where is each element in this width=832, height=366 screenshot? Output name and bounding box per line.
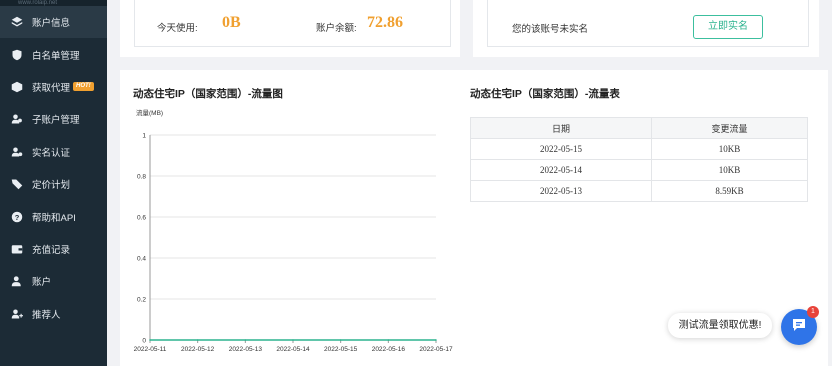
column-header-traffic: 变更流量 bbox=[651, 117, 808, 139]
svg-text:?: ? bbox=[14, 213, 19, 222]
sidebar-item-help-api[interactable]: ? 帮助和API bbox=[0, 200, 107, 232]
balance-label: 账户余额: bbox=[316, 23, 357, 34]
chart-x-tick-label: 2022-05-13 bbox=[229, 346, 263, 353]
chart-y-axis-label: 流量(MB) bbox=[136, 108, 163, 117]
chart-grid bbox=[149, 134, 436, 341]
date-cell: 2022-05-15 bbox=[469, 138, 653, 160]
chart-point bbox=[435, 339, 437, 341]
hot-badge: HOT! bbox=[73, 82, 94, 92]
flow-table: 日期 变更流量 2022-05-15 10KB 2022-05-14 10KB … bbox=[469, 117, 808, 202]
chart-x-ticks: 2022-05-11 2022-05-12 2022-05-13 2022-05-14… bbox=[134, 340, 453, 353]
realname-card: 您的该账号未实名 立即实名 bbox=[473, 0, 819, 57]
chart-y-tick-label: 1 bbox=[142, 133, 146, 140]
sidebar-item-label: 帮助和API bbox=[32, 212, 76, 224]
sidebar: www.rolaip.net 账户信息 白名单管理 获取代理 HOT! 子账户管… bbox=[0, 0, 107, 366]
sidebar-item-label: 子账户管理 bbox=[32, 115, 80, 127]
cube-icon bbox=[10, 80, 23, 93]
layers-icon bbox=[10, 16, 23, 29]
today-usage-label: 今天使用: bbox=[157, 23, 198, 34]
sidebar-item-label: 推荐人 bbox=[32, 309, 61, 321]
sidebar-item-label: 账户 bbox=[32, 277, 52, 289]
chart-x-tick-label: 2022-05-12 bbox=[181, 346, 215, 353]
chart-title: 动态住宅IP（国家范围）-流量图 bbox=[133, 88, 283, 100]
balance-value: 72.86 bbox=[367, 14, 403, 31]
today-usage-value: 0B bbox=[222, 14, 241, 31]
sidebar-item-label: 获取代理 bbox=[32, 82, 71, 94]
user-check-icon bbox=[10, 145, 23, 158]
sidebar-item-get-proxy[interactable]: 获取代理 HOT! bbox=[0, 71, 107, 103]
sidebar-item-account-info[interactable]: 账户信息 bbox=[0, 6, 107, 39]
question-icon: ? bbox=[10, 210, 23, 223]
realname-message: 您的该账号未实名 bbox=[512, 24, 589, 35]
chart-point bbox=[149, 339, 151, 341]
chart-x-tick-label: 2022-05-17 bbox=[419, 346, 453, 353]
user-plus-icon bbox=[10, 307, 23, 320]
chart-y-ticks: 0 0.2 0.4 0.6 0.8 1 bbox=[137, 133, 146, 345]
sidebar-item-verification[interactable]: 实名认证 bbox=[0, 136, 107, 168]
chart-series bbox=[149, 339, 437, 341]
chart-point bbox=[387, 339, 390, 341]
sidebar-item-account[interactable]: 账户 bbox=[0, 265, 107, 297]
sidebar-item-pricing[interactable]: 定价计划 bbox=[0, 168, 107, 200]
usage-card-inner: 今天使用: 0B 账户余额: 72.86 bbox=[134, 0, 451, 47]
date-cell: 2022-05-13 bbox=[469, 180, 653, 202]
chart-y-tick-label: 0.2 bbox=[137, 297, 146, 304]
sidebar-item-label: 实名认证 bbox=[32, 147, 71, 159]
sidebar-item-recharge-history[interactable]: 充值记录 bbox=[0, 233, 107, 265]
table-row: 2022-05-13 8.59KB bbox=[469, 180, 808, 202]
date-cell: 2022-05-14 bbox=[469, 159, 653, 181]
sidebar-item-label: 充值记录 bbox=[32, 244, 71, 256]
chat-promo-tip[interactable]: 测试流量领取优惠! bbox=[668, 313, 772, 338]
sidebar-item-whitelist[interactable]: 白名单管理 bbox=[0, 38, 107, 70]
users-icon bbox=[10, 113, 23, 126]
sidebar-item-label: 定价计划 bbox=[32, 180, 71, 192]
chart-x-tick-label: 2022-05-11 bbox=[134, 346, 167, 353]
chart-y-tick-label: 0.4 bbox=[137, 256, 146, 263]
chat-bubble-icon bbox=[791, 317, 807, 338]
chart-x-tick-label: 2022-05-16 bbox=[372, 346, 406, 353]
usage-card: 今天使用: 0B 账户余额: 72.86 bbox=[120, 0, 460, 57]
chart-x-tick-label: 2022-05-14 bbox=[276, 346, 310, 353]
traffic-cell: 10KB bbox=[651, 159, 808, 181]
verify-now-button[interactable]: 立即实名 bbox=[693, 15, 763, 39]
realname-card-inner: 您的该账号未实名 立即实名 bbox=[487, 0, 809, 47]
wallet-icon bbox=[10, 242, 23, 255]
shield-icon bbox=[10, 48, 23, 61]
table-header-row: 日期 变更流量 bbox=[469, 117, 808, 139]
traffic-chart: 00.20.40.60.81 2022-05-11 2022-05-12 2022-… bbox=[134, 108, 453, 353]
sidebar-item-referrer[interactable]: 推荐人 bbox=[0, 298, 107, 330]
chart-point bbox=[244, 339, 247, 341]
sidebar-item-sub-accounts[interactable]: 子账户管理 bbox=[0, 103, 107, 135]
traffic-cell: 10KB bbox=[651, 138, 808, 160]
sidebar-item-label: 账户信息 bbox=[32, 18, 71, 30]
tag-icon bbox=[10, 178, 23, 191]
chart-point bbox=[292, 339, 294, 341]
table-row: 2022-05-15 10KB bbox=[469, 138, 808, 160]
traffic-cell: 8.59KB bbox=[651, 180, 808, 202]
user-icon bbox=[10, 275, 23, 288]
table-row: 2022-05-14 10KB bbox=[469, 159, 808, 181]
unread-badge: 1 bbox=[807, 306, 819, 318]
column-header-date: 日期 bbox=[469, 117, 653, 139]
table-title: 动态住宅IP（国家范围）-流量表 bbox=[470, 88, 620, 100]
chart-y-tick-label: 0.6 bbox=[137, 215, 146, 222]
chart-x-tick-label: 2022-05-15 bbox=[324, 346, 358, 353]
chart-point bbox=[339, 339, 342, 341]
sidebar-item-label: 白名单管理 bbox=[32, 50, 80, 62]
chart-y-tick-label: 0.8 bbox=[137, 174, 146, 181]
chart-point bbox=[196, 339, 199, 341]
chart-y-tick-label: 0 bbox=[142, 338, 146, 345]
